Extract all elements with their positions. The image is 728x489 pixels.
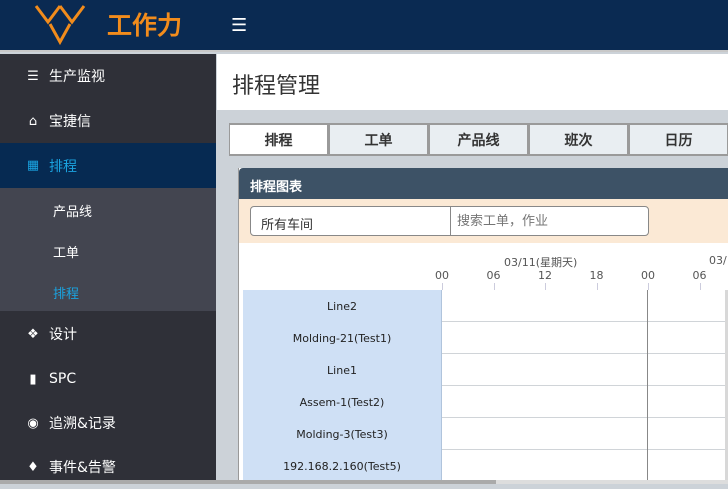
sidebar: ☰ 生产监视 ⌂ 宝捷信 ▦ 排程 产品线 工单 排程 ❖ 设计 ▮ SPC ◉ 追溯&记录… xyxy=(0,54,216,484)
gantt-row: Line1 xyxy=(243,354,728,386)
resource-label[interactable]: Molding-21(Test1) xyxy=(243,322,442,354)
date-label: 03/11(星期天) xyxy=(504,256,578,269)
tag-icon: ❖ xyxy=(27,326,39,342)
panel-title: 排程图表 xyxy=(239,168,728,199)
page-title: 排程管理 xyxy=(232,74,321,99)
time-tick-mark xyxy=(648,283,649,290)
schedule-chart-panel: 排程图表 所有车间 03/11(星期天) 03/ 00 06 12 18 00 06 Li… xyxy=(238,168,728,484)
tab-schedule[interactable]: 排程 xyxy=(229,123,329,156)
sidebar-item-label: SPC xyxy=(49,371,77,387)
gantt-row: Line2 xyxy=(243,290,728,322)
home-icon: ⌂ xyxy=(28,113,38,129)
bell-icon: ♦ xyxy=(27,459,39,475)
tab-shift[interactable]: 班次 xyxy=(529,123,629,156)
tab-calendar[interactable]: 日历 xyxy=(629,123,728,156)
workshop-select[interactable]: 所有车间 xyxy=(250,206,451,236)
sidebar-item-label: 生产监视 xyxy=(49,69,105,85)
grid-icon: ▦ xyxy=(26,158,40,173)
gantt-row: Assem-1(Test2) xyxy=(243,386,728,418)
gantt-timeline: 03/11(星期天) 03/ 00 06 12 18 00 06 Line2 Molding… xyxy=(239,243,728,484)
layers-icon: ☰ xyxy=(27,68,39,84)
submenu-item-product-line[interactable]: 产品线 xyxy=(53,201,92,220)
bar-chart-icon: ▮ xyxy=(29,371,37,387)
time-tick-mark xyxy=(442,283,443,290)
resource-label[interactable]: Assem-1(Test2) xyxy=(243,386,442,418)
sidebar-item-baojiexin[interactable]: ⌂ 宝捷信 xyxy=(0,99,216,143)
submenu-item-schedule[interactable]: 排程 xyxy=(53,283,79,302)
logo-icon xyxy=(34,5,86,46)
gantt-row: Molding-21(Test1) xyxy=(243,322,728,354)
tab-bar: 排程 工单 产品线 班次 日历 xyxy=(229,123,728,156)
time-tick-label: 06 xyxy=(692,269,707,282)
submenu-item-work-order[interactable]: 工单 xyxy=(53,242,79,261)
sidebar-item-spc[interactable]: ▮ SPC xyxy=(0,357,216,401)
tab-work-order[interactable]: 工单 xyxy=(329,123,429,156)
search-input[interactable] xyxy=(450,206,649,236)
sidebar-item-label: 设计 xyxy=(49,327,77,343)
sidebar-item-label: 排程 xyxy=(49,158,77,175)
resource-label[interactable]: 192.168.2.160(Test5) xyxy=(243,450,442,482)
page-header: 排程管理 xyxy=(217,54,728,110)
top-header: 工作力 ☰ xyxy=(0,0,728,52)
time-tick-label: 18 xyxy=(589,269,604,282)
time-tick-label: 00 xyxy=(435,269,449,282)
sidebar-item-trace[interactable]: ◉ 追溯&记录 xyxy=(0,401,216,445)
time-tick-mark xyxy=(699,283,701,290)
sidebar-item-label: 事件&告警 xyxy=(49,460,116,476)
tab-product-line[interactable]: 产品线 xyxy=(429,123,529,156)
sidebar-item-schedule[interactable]: ▦ 排程 xyxy=(0,143,216,188)
time-tick-mark xyxy=(545,283,546,290)
sidebar-item-label: 追溯&记录 xyxy=(49,416,116,432)
scrollbar-thumb[interactable] xyxy=(0,480,496,484)
resource-label[interactable]: Line1 xyxy=(243,354,442,386)
schedule-submenu: 产品线 工单 排程 xyxy=(0,188,216,311)
time-tick-label: 06 xyxy=(486,269,501,282)
time-tick-label: 12 xyxy=(538,269,552,282)
resource-label[interactable]: Molding-3(Test3) xyxy=(243,418,442,450)
brand-name: 工作力 xyxy=(107,11,183,40)
hamburger-icon[interactable]: ☰ xyxy=(231,15,247,36)
sidebar-item-design[interactable]: ❖ 设计 xyxy=(0,312,216,356)
gantt-row: Molding-3(Test3) xyxy=(243,418,728,450)
gantt-row: 192.168.2.160(Test5) xyxy=(243,450,728,482)
sidebar-item-label: 宝捷信 xyxy=(49,114,91,130)
time-tick-mark xyxy=(596,283,598,290)
time-tick-label: 00 xyxy=(641,269,655,282)
time-tick-mark xyxy=(493,283,495,290)
eye-icon: ◉ xyxy=(27,415,39,431)
day-divider xyxy=(647,290,648,484)
date-label: 03/ xyxy=(709,254,727,267)
filter-bar: 所有车间 xyxy=(239,199,728,243)
resource-label[interactable]: Line2 xyxy=(243,290,442,322)
sidebar-item-monitoring[interactable]: ☰ 生产监视 xyxy=(0,54,216,98)
